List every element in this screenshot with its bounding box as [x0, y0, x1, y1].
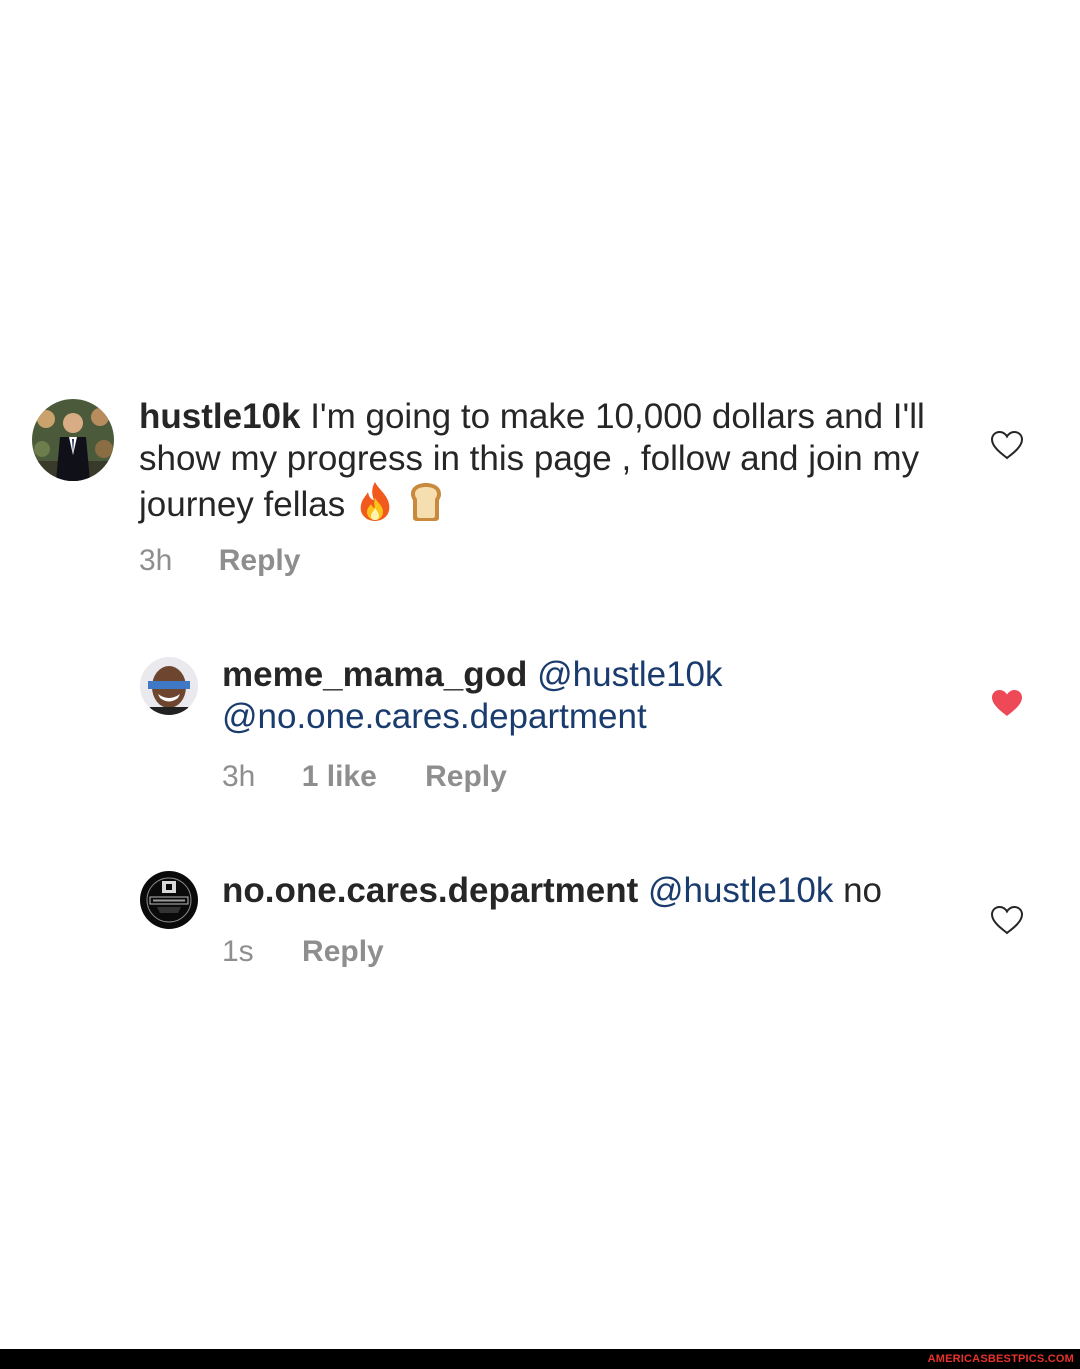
comment-meta: 1s Reply — [222, 934, 384, 970]
comment-username[interactable]: hustle10k — [139, 397, 300, 436]
avatar-no-one-cares-department[interactable] — [140, 871, 198, 929]
reply-button[interactable]: Reply — [302, 935, 384, 968]
watermark-bar — [0, 1349, 1080, 1369]
comment-username[interactable]: meme_mama_god — [222, 655, 527, 694]
comment-body: no.one.cares.department @hustle10k no — [222, 870, 982, 912]
comment-text: no — [843, 871, 882, 910]
heart-outline-icon[interactable] — [990, 430, 1024, 460]
mention-link[interactable]: @no.one.cares.department — [222, 697, 647, 736]
comment-body: meme_mama_god @hustle10k @no.one.cares.d… — [222, 654, 942, 738]
mention-link[interactable]: @hustle10k — [648, 871, 833, 910]
avatar-meme-mama-god[interactable] — [140, 657, 198, 715]
mention-link[interactable]: @hustle10k — [537, 655, 722, 694]
reply-button[interactable]: Reply — [219, 544, 301, 577]
fire-emoji — [355, 480, 395, 532]
comment-body: hustle10k I'm going to make 10,000 dolla… — [139, 396, 939, 532]
watermark-text: AMERICASBESTPICS.COM — [927, 1353, 1074, 1365]
comment-time: 1s — [222, 935, 254, 968]
likes-count[interactable]: 1 like — [302, 760, 377, 793]
heart-outline-icon[interactable] — [990, 905, 1024, 935]
comment-meta: 3h 1 like Reply — [222, 759, 507, 795]
comment-time: 3h — [222, 760, 256, 793]
avatar-hustle10k[interactable] — [32, 399, 114, 481]
comment-username[interactable]: no.one.cares.department — [222, 871, 638, 910]
comment-meta: 3h Reply — [139, 543, 300, 579]
heart-filled-icon[interactable] — [990, 688, 1024, 718]
reply-button[interactable]: Reply — [425, 760, 507, 793]
bread-emoji — [405, 480, 447, 532]
comment-time: 3h — [139, 544, 173, 577]
